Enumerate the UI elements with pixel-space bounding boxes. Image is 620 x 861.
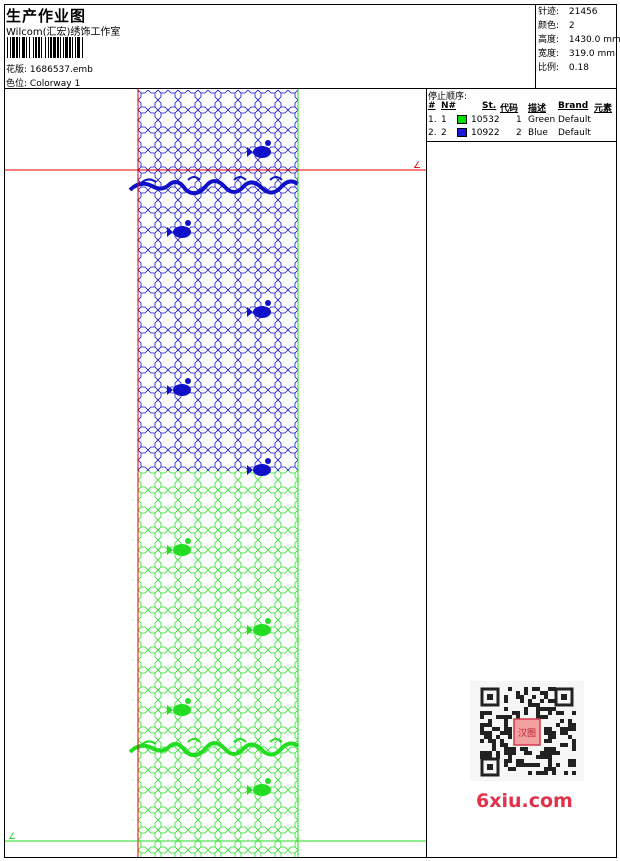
site-logo: 6xiu.com [476,790,573,812]
start-marker: ∠ [413,161,421,171]
qr-code: 汉图 [470,681,584,781]
green-lattice [138,471,298,857]
stamp-text: 汉图 [518,728,536,739]
blue-lattice [138,90,298,471]
end-marker: ∠ [8,832,16,842]
